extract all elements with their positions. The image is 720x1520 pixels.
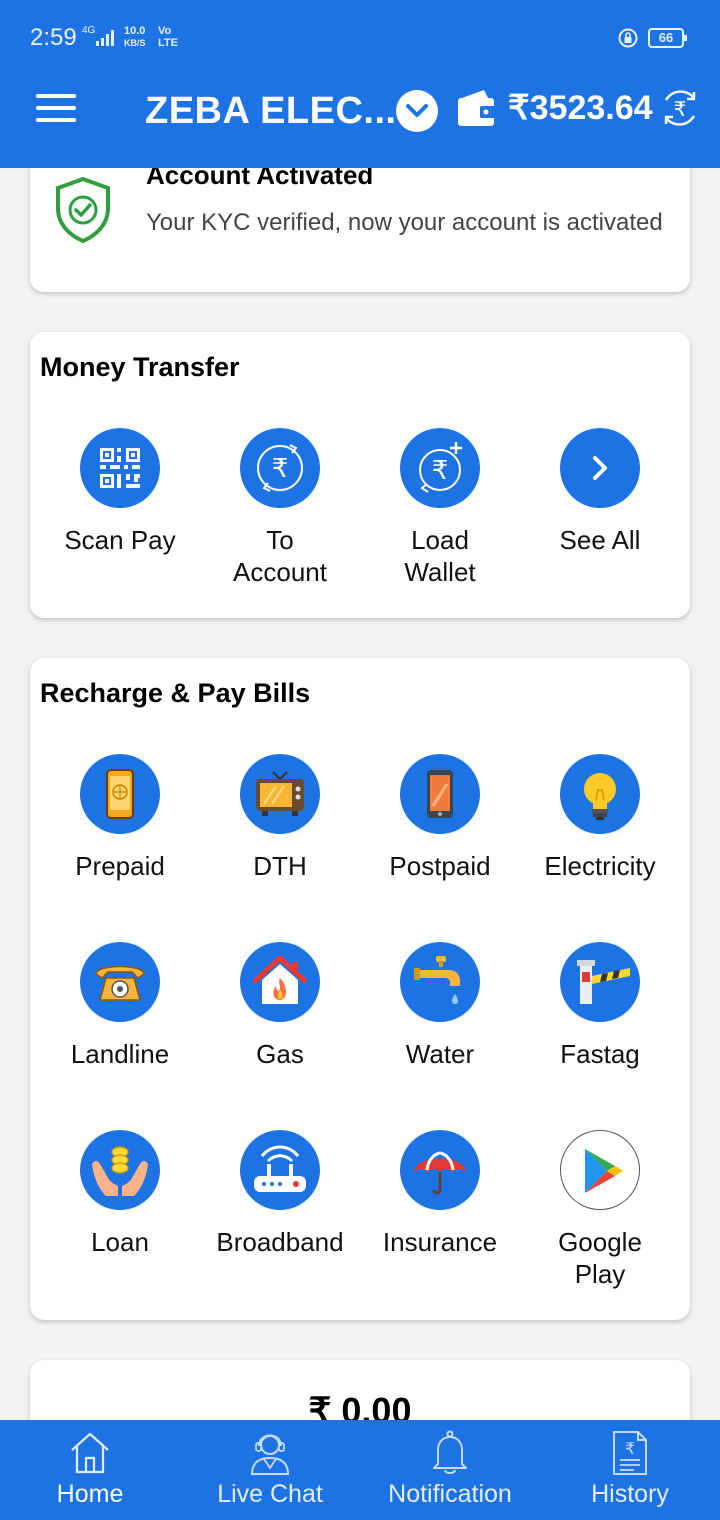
- to-account-button[interactable]: ₹ To Account: [200, 428, 360, 588]
- battery-indicator: 66: [648, 28, 687, 48]
- dth-label: DTH: [253, 851, 307, 881]
- volte-bottom: LTE: [158, 37, 178, 49]
- postpaid-button[interactable]: Postpaid: [360, 754, 520, 882]
- support-agent-icon: [250, 1434, 290, 1475]
- water-button[interactable]: Water: [360, 942, 520, 1070]
- account-dropdown-button[interactable]: [396, 90, 438, 132]
- signal-icon: [96, 30, 114, 46]
- app-header: 2:59 4G 10.0 KB/S Vo LTE 66 ZEBA ELEC...: [0, 0, 720, 168]
- volte-top: Vo: [158, 25, 172, 37]
- google-play-label: Google Play: [558, 1227, 642, 1289]
- loan-label: Loan: [91, 1227, 149, 1257]
- gas-button[interactable]: Gas: [200, 942, 360, 1070]
- to-account-label: To Account: [233, 525, 327, 587]
- gas-house-icon: [240, 942, 320, 1022]
- mobile-icon: [80, 754, 160, 834]
- volte-indicator: Vo LTE: [158, 25, 178, 49]
- refresh-balance-icon[interactable]: ₹: [658, 86, 702, 130]
- prepaid-button[interactable]: Prepaid: [40, 754, 200, 882]
- fastag-label: Fastag: [560, 1039, 640, 1069]
- telephone-icon: [80, 942, 160, 1022]
- svg-text:₹: ₹: [272, 454, 289, 484]
- money-transfer-title: Money Transfer: [40, 352, 240, 382]
- nav-live-chat-label: Live Chat: [217, 1480, 323, 1508]
- tv-icon: [240, 754, 320, 834]
- bulb-icon: [560, 754, 640, 834]
- account-name[interactable]: ZEBA ELEC...: [145, 90, 397, 133]
- see-all-label: See All: [559, 525, 641, 555]
- nav-notification[interactable]: Notification: [360, 1420, 540, 1520]
- nav-home-label: Home: [56, 1480, 124, 1508]
- net-speed-value: 10.0: [124, 25, 146, 37]
- recharge-bills-title: Recharge & Pay Bills: [40, 678, 311, 708]
- chevron-right-icon: [560, 428, 640, 508]
- svg-text:₹: ₹: [625, 1439, 635, 1458]
- toll-barrier-icon: [560, 942, 640, 1022]
- water-label: Water: [405, 1039, 475, 1069]
- phone-icon: [400, 754, 480, 834]
- see-all-button[interactable]: See All: [520, 428, 680, 556]
- nav-live-chat[interactable]: Live Chat: [180, 1420, 360, 1520]
- wallet-balance: ₹3523.64: [508, 89, 653, 127]
- router-icon: [240, 1130, 320, 1210]
- scan-pay-label: Scan Pay: [64, 525, 176, 555]
- load-wallet-button[interactable]: ₹ Load Wallet: [360, 428, 520, 588]
- shield-check-icon: [56, 176, 110, 244]
- gas-label: Gas: [256, 1039, 304, 1069]
- recharge-bills-card: Recharge & Pay Bills Prepaid DTH Postpai…: [30, 658, 690, 1320]
- load-wallet-label: Load Wallet: [404, 525, 476, 587]
- tap-icon: [400, 942, 480, 1022]
- rotation-lock-icon: [618, 28, 638, 48]
- rupee-transfer-icon: ₹: [240, 428, 320, 508]
- bell-icon: [433, 1430, 467, 1474]
- net-speed: 10.0 KB/S: [124, 25, 146, 49]
- dth-button[interactable]: DTH: [200, 754, 360, 882]
- receipt-icon: ₹: [613, 1431, 647, 1475]
- rupee-add-icon: ₹: [400, 428, 480, 508]
- nav-home[interactable]: Home: [0, 1420, 180, 1520]
- chevron-down-icon: [406, 104, 428, 117]
- bottom-navigation: Home Live Chat Notification ₹ History: [0, 1420, 720, 1520]
- qr-code-icon: [80, 428, 160, 508]
- postpaid-label: Postpaid: [389, 851, 491, 881]
- wallet-icon[interactable]: [456, 88, 498, 128]
- insurance-label: Insurance: [382, 1227, 498, 1257]
- google-play-button[interactable]: Google Play: [520, 1130, 680, 1290]
- electricity-label: Electricity: [544, 851, 656, 881]
- network-type: 4G: [82, 25, 96, 36]
- svg-text:₹: ₹: [674, 97, 687, 121]
- loan-button[interactable]: Loan: [40, 1130, 200, 1258]
- svg-text:₹: ₹: [432, 456, 449, 486]
- landline-button[interactable]: Landline: [40, 942, 200, 1070]
- insurance-button[interactable]: Insurance: [360, 1130, 520, 1258]
- money-transfer-card: Money Transfer Scan Pay ₹ To Account ₹ L…: [30, 332, 690, 618]
- landline-label: Landline: [70, 1039, 170, 1069]
- status-time: 2:59: [30, 24, 77, 51]
- prepaid-label: Prepaid: [75, 851, 165, 881]
- status-bar: 2:59 4G 10.0 KB/S Vo LTE 66: [0, 0, 720, 76]
- net-speed-unit: KB/S: [124, 38, 146, 48]
- broadband-button[interactable]: Broadband: [200, 1130, 360, 1258]
- loan-hands-icon: [80, 1130, 160, 1210]
- broadband-label: Broadband: [216, 1227, 344, 1257]
- menu-icon[interactable]: [36, 94, 76, 126]
- google-play-icon: [560, 1130, 640, 1210]
- nav-history[interactable]: ₹ History: [540, 1420, 720, 1520]
- fastag-button[interactable]: Fastag: [520, 942, 680, 1070]
- home-icon: [71, 1432, 109, 1474]
- scan-pay-button[interactable]: Scan Pay: [40, 428, 200, 556]
- nav-history-label: History: [591, 1480, 669, 1508]
- nav-notification-label: Notification: [388, 1480, 512, 1508]
- electricity-button[interactable]: Electricity: [520, 754, 680, 882]
- kyc-description: Your KYC verified, now your account is a…: [146, 209, 663, 236]
- umbrella-icon: [400, 1130, 480, 1210]
